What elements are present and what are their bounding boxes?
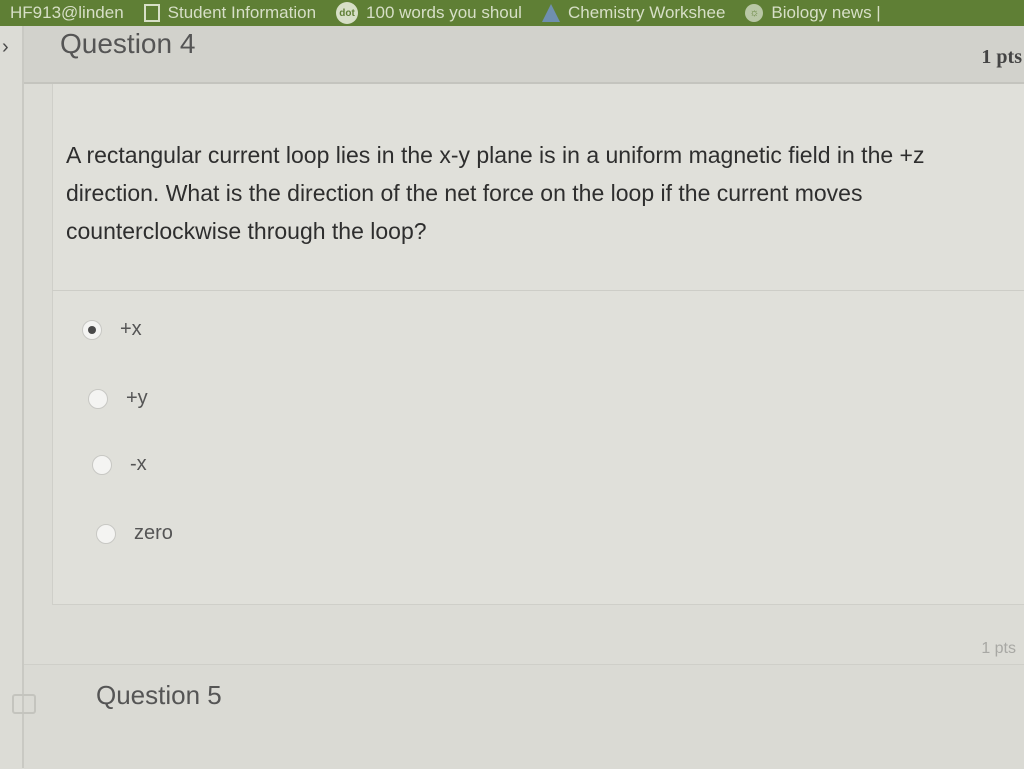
- radio-button-selected[interactable]: [82, 319, 102, 340]
- bookmark-100-words[interactable]: dot 100 words you shoul: [326, 0, 532, 26]
- bookmark-chemistry-worksheet[interactable]: Chemistry Workshee: [532, 0, 735, 26]
- question-4-title: Question 4: [60, 28, 196, 59]
- left-divider: [22, 26, 24, 768]
- doc-icon: [143, 4, 160, 22]
- question-5-points: 1 pts: [981, 640, 1016, 657]
- bookmark-label: Student Information: [167, 3, 317, 22]
- bookmark-biology-news[interactable]: ☼ Biology news |: [735, 0, 890, 26]
- question-divider: [52, 290, 1024, 291]
- radio-button[interactable]: [88, 388, 108, 409]
- bookmarks-bar: HF913@linden Student Information dot 100…: [0, 0, 1024, 26]
- bookmark-label: 100 words you shoul: [366, 3, 522, 22]
- bookmark-label: HF913@linden: [10, 3, 124, 22]
- chevron-right-icon[interactable]: ›: [2, 36, 9, 59]
- bookmark-hf913[interactable]: HF913@linden: [0, 0, 134, 26]
- question-5-title: Question 5: [96, 680, 222, 710]
- globe-icon: ☼: [745, 4, 764, 22]
- answer-option-minus-x[interactable]: -x: [92, 453, 147, 476]
- radio-button[interactable]: [96, 523, 116, 544]
- question-4-points: 1 pts: [981, 46, 1022, 68]
- bookmark-label: Biology news |: [771, 3, 881, 22]
- dot-icon: dot: [336, 2, 359, 24]
- answer-label: +y: [126, 387, 148, 409]
- answer-option-zero[interactable]: zero: [96, 522, 173, 545]
- question-4-text: A rectangular current loop lies in the x…: [66, 142, 925, 244]
- answer-option-plus-y[interactable]: +y: [88, 387, 148, 410]
- answer-label: -x: [130, 453, 147, 475]
- bookmark-student-information[interactable]: Student Information: [134, 0, 326, 26]
- bookmark-label: Chemistry Workshee: [567, 3, 726, 22]
- answer-label: zero: [134, 522, 173, 544]
- question-4-header: Question 4 1 pts: [24, 26, 1024, 84]
- flag-icon[interactable]: [12, 694, 36, 714]
- answer-option-plus-x[interactable]: +x: [82, 318, 142, 341]
- flask-icon: [541, 4, 560, 22]
- radio-button[interactable]: [92, 454, 112, 475]
- answer-label: +x: [120, 318, 142, 340]
